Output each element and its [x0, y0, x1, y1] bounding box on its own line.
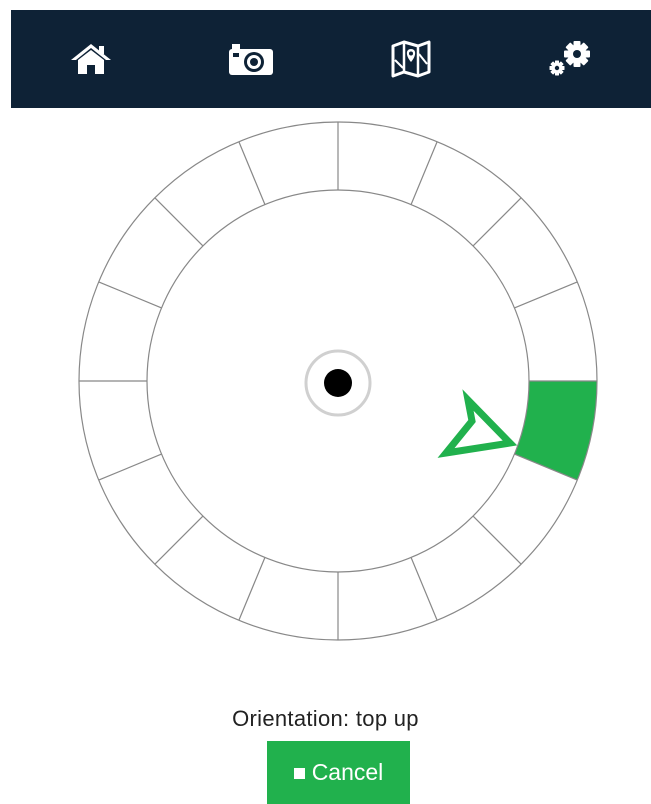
orientation-status-text: Orientation: top up — [232, 706, 419, 731]
pointer-arrow-icon — [437, 389, 518, 458]
settings-button[interactable] — [536, 24, 606, 94]
cancel-button[interactable]: Cancel — [267, 741, 410, 804]
camera-button[interactable] — [216, 24, 286, 94]
camera-icon — [229, 44, 273, 75]
stop-icon — [293, 768, 305, 779]
cancel-button-label: Cancel — [311, 759, 384, 785]
gears-icon — [549, 41, 590, 76]
home-button[interactable] — [56, 24, 126, 94]
map-icon — [391, 40, 431, 78]
orientation-dial[interactable] — [0, 108, 651, 668]
target-dot-icon — [324, 369, 352, 397]
top-navigation-bar — [11, 10, 651, 108]
map-button[interactable] — [376, 24, 446, 94]
home-icon — [71, 44, 111, 74]
